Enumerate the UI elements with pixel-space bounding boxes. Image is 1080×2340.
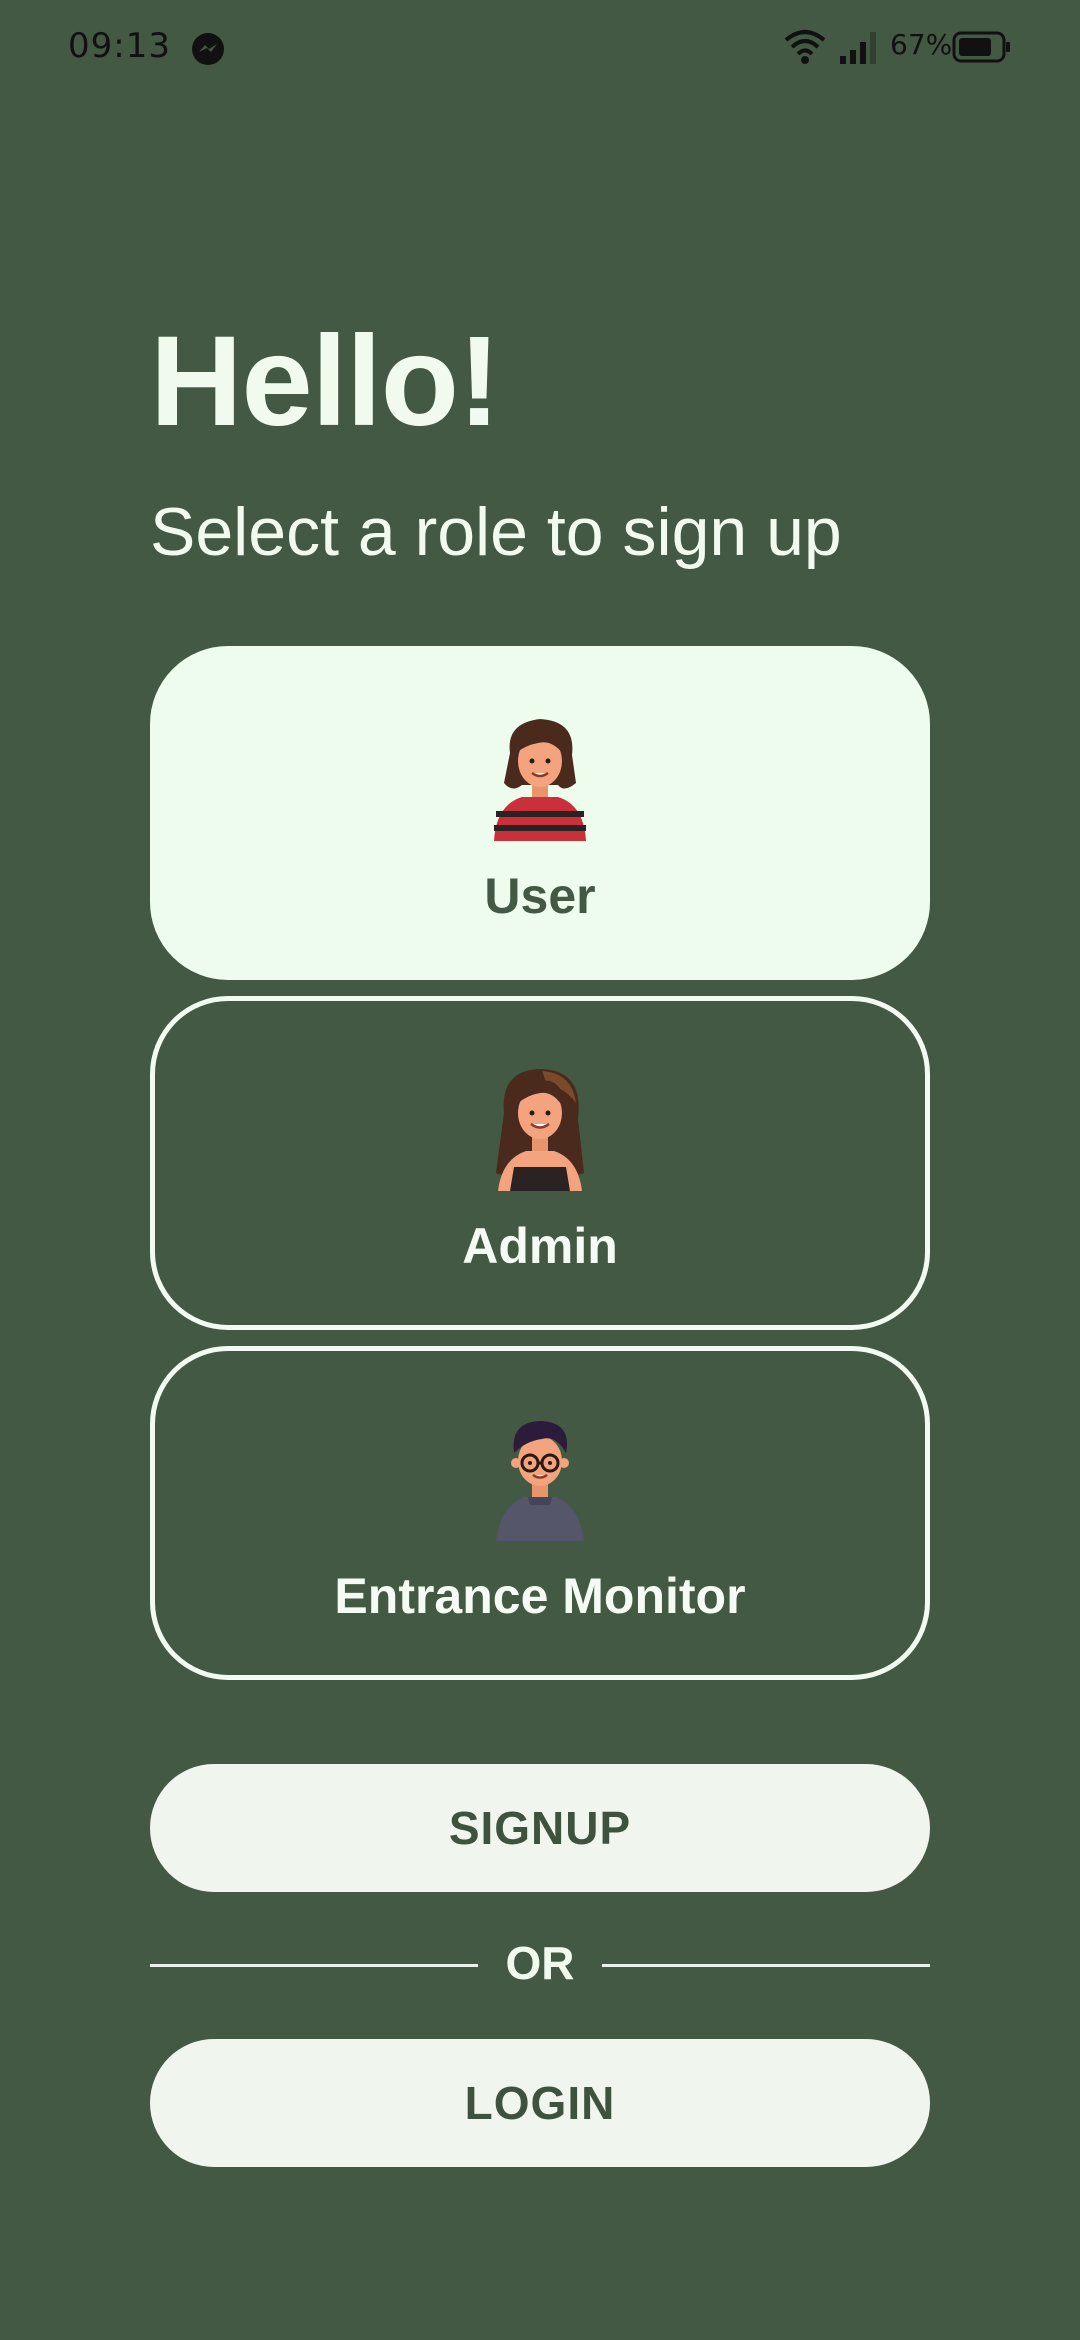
status-bar: 09:13 67% xyxy=(0,0,1080,96)
role-label-user: User xyxy=(484,868,596,924)
role-label-admin: Admin xyxy=(462,1218,618,1274)
user-avatar-icon xyxy=(494,719,586,841)
admin-avatar-icon xyxy=(496,1069,584,1191)
role-card-user[interactable]: User xyxy=(150,646,930,980)
login-button[interactable]: LOGIN xyxy=(150,2039,930,2167)
status-time: 09:13 xyxy=(68,26,171,66)
battery-percentage: 67% xyxy=(890,28,953,61)
role-card-entrance-monitor[interactable]: Entrance Monitor xyxy=(150,1346,930,1680)
signup-button[interactable]: SIGNUP xyxy=(150,1764,930,1892)
page-subtitle: Select a role to sign up xyxy=(150,494,842,570)
role-label-entrance-monitor: Entrance Monitor xyxy=(334,1568,746,1624)
messenger-icon xyxy=(192,33,224,65)
battery-icon xyxy=(952,31,1010,63)
divider-line-right xyxy=(602,1964,930,1967)
wifi-icon xyxy=(784,30,826,64)
entrance-monitor-avatar-icon xyxy=(496,1421,584,1541)
page-title: Hello! xyxy=(150,310,501,453)
signal-icon xyxy=(840,32,876,64)
divider-line-left xyxy=(150,1964,478,1967)
or-divider-label: OR xyxy=(505,1937,575,1989)
role-card-admin[interactable]: Admin xyxy=(150,996,930,1330)
